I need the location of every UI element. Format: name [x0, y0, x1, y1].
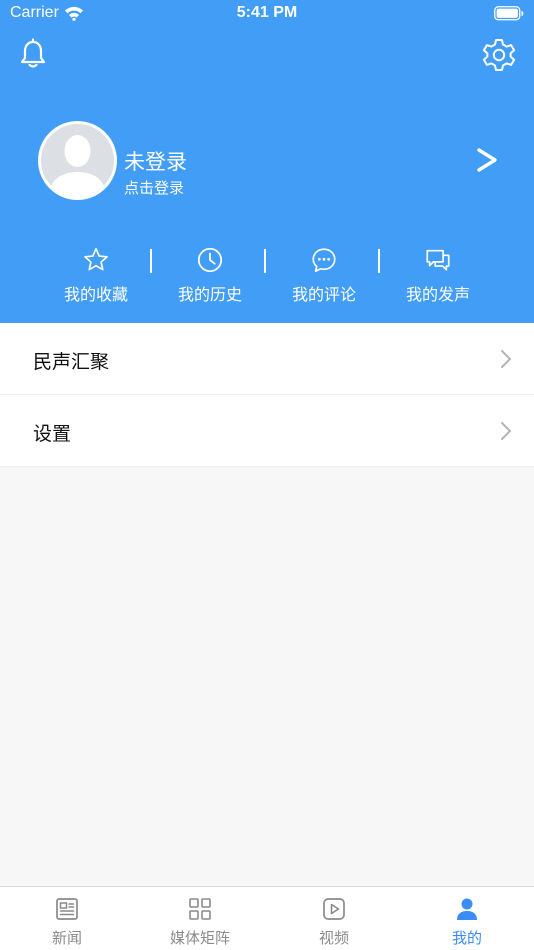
grid-icon	[189, 898, 211, 920]
gear-icon[interactable]	[482, 38, 516, 72]
star-icon	[84, 247, 108, 271]
divider	[150, 249, 152, 273]
person-icon	[457, 898, 477, 920]
shortcut-comments[interactable]: 我的评论	[267, 245, 381, 305]
battery-icon	[494, 6, 524, 21]
divider	[264, 249, 266, 273]
menu-item-settings[interactable]: 设置	[0, 395, 534, 467]
chevron-right-icon	[501, 422, 511, 440]
chat-bubbles-icon	[426, 249, 450, 271]
menu-item-voices[interactable]: 民声汇聚	[0, 323, 534, 395]
shortcut-row: 我的收藏 我的历史 我的评论 我的发声	[39, 245, 495, 305]
tab-label: 我的	[451, 929, 482, 947]
divider	[378, 249, 380, 273]
menu-item-label: 民声汇聚	[33, 351, 110, 373]
login-hint[interactable]: 点击登录	[124, 177, 184, 198]
profile-screen: Carrier 5:41 PM 未登录 点击登录 我的收藏 我的历史 我的评论 …	[0, 0, 534, 950]
tab-media-matrix[interactable]: 媒体矩阵	[133, 887, 267, 950]
bell-icon[interactable]	[17, 38, 49, 70]
tab-bar: 新闻 媒体矩阵 视频 我的	[0, 886, 534, 950]
shortcut-label: 我的收藏	[63, 285, 128, 304]
tab-label: 视频	[318, 929, 349, 947]
avatar[interactable]	[38, 121, 117, 200]
tab-video[interactable]: 视频	[267, 887, 401, 950]
tab-label: 新闻	[51, 929, 82, 947]
menu-list: 民声汇聚 设置	[0, 323, 534, 467]
shortcut-voice[interactable]: 我的发声	[381, 245, 495, 305]
newspaper-icon	[56, 898, 78, 920]
profile-header: Carrier 5:41 PM 未登录 点击登录 我的收藏 我的历史 我的评论 …	[0, 0, 534, 323]
tab-mine[interactable]: 我的	[400, 887, 534, 950]
menu-item-label: 设置	[33, 423, 72, 445]
shortcut-label: 我的评论	[291, 285, 356, 304]
shortcut-label: 我的历史	[177, 285, 242, 304]
tab-news[interactable]: 新闻	[0, 887, 134, 950]
avatar-placeholder-icon	[49, 135, 106, 197]
clock: 5:41 PM	[236, 4, 298, 21]
shortcut-favorites[interactable]: 我的收藏	[39, 245, 153, 305]
shortcut-history[interactable]: 我的历史	[153, 245, 267, 305]
shortcut-label: 我的发声	[405, 285, 470, 304]
chevron-right-icon	[501, 350, 511, 368]
status-bar: Carrier 5:41 PM	[0, 0, 534, 28]
username[interactable]: 未登录	[124, 146, 187, 176]
tab-label: 媒体矩阵	[169, 929, 230, 947]
comment-bubble-icon	[312, 248, 336, 273]
chevron-right-icon[interactable]	[474, 146, 500, 174]
play-icon	[323, 898, 345, 920]
clock-icon	[197, 247, 223, 273]
